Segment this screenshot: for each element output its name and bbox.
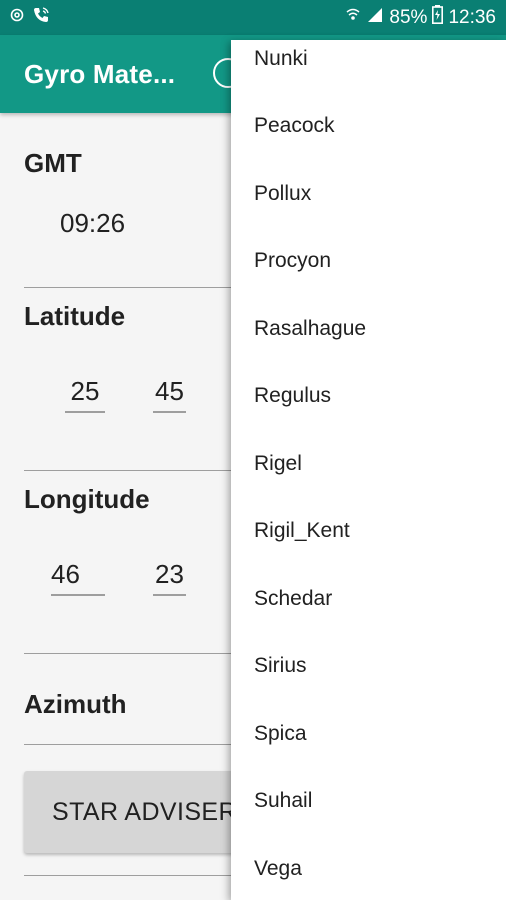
divider [24, 875, 244, 876]
latitude-label: Latitude [24, 301, 126, 331]
menu-item-peacock[interactable]: Peacock [231, 93, 506, 161]
latitude-minutes-input[interactable]: 45 [153, 376, 186, 413]
longitude-minutes-input[interactable]: 23 [153, 559, 186, 596]
menu-item-spica[interactable]: Spica [231, 700, 506, 768]
menu-item-vega[interactable]: Vega [231, 835, 506, 900]
app-title: Gyro Mate... [24, 58, 176, 89]
menu-item-rasalhague[interactable]: Rasalhague [231, 295, 506, 363]
menu-item-procyon[interactable]: Procyon [231, 228, 506, 296]
menu-item-nunki[interactable]: Nunki [231, 25, 506, 93]
menu-item-rigel[interactable]: Rigel [231, 430, 506, 498]
longitude-degrees-input[interactable]: 46 [51, 559, 105, 596]
divider [24, 744, 244, 745]
divider [24, 653, 244, 654]
menu-item-pollux[interactable]: Pollux [231, 160, 506, 228]
divider [24, 470, 244, 471]
divider [24, 287, 244, 288]
star-adviser-button[interactable]: STAR ADVISER [24, 771, 244, 853]
azimuth-label: Azimuth [24, 689, 127, 719]
menu-item-regulus[interactable]: Regulus [231, 363, 506, 431]
menu-item-sirius[interactable]: Sirius [231, 633, 506, 701]
menu-item-suhail[interactable]: Suhail [231, 768, 506, 836]
gmt-time-field[interactable]: 09:26 [60, 208, 125, 239]
gmt-label: GMT [24, 148, 82, 178]
at-sign-icon [10, 8, 24, 27]
menu-item-rigil-kent[interactable]: Rigil_Kent [231, 498, 506, 566]
menu-item-schedar[interactable]: Schedar [231, 565, 506, 633]
phone-call-icon [32, 6, 50, 29]
latitude-degrees-input[interactable]: 25 [65, 376, 105, 413]
star-selection-menu: Nunki Peacock Pollux Procyon Rasalhague … [231, 40, 506, 900]
longitude-label: Longitude [24, 484, 150, 514]
